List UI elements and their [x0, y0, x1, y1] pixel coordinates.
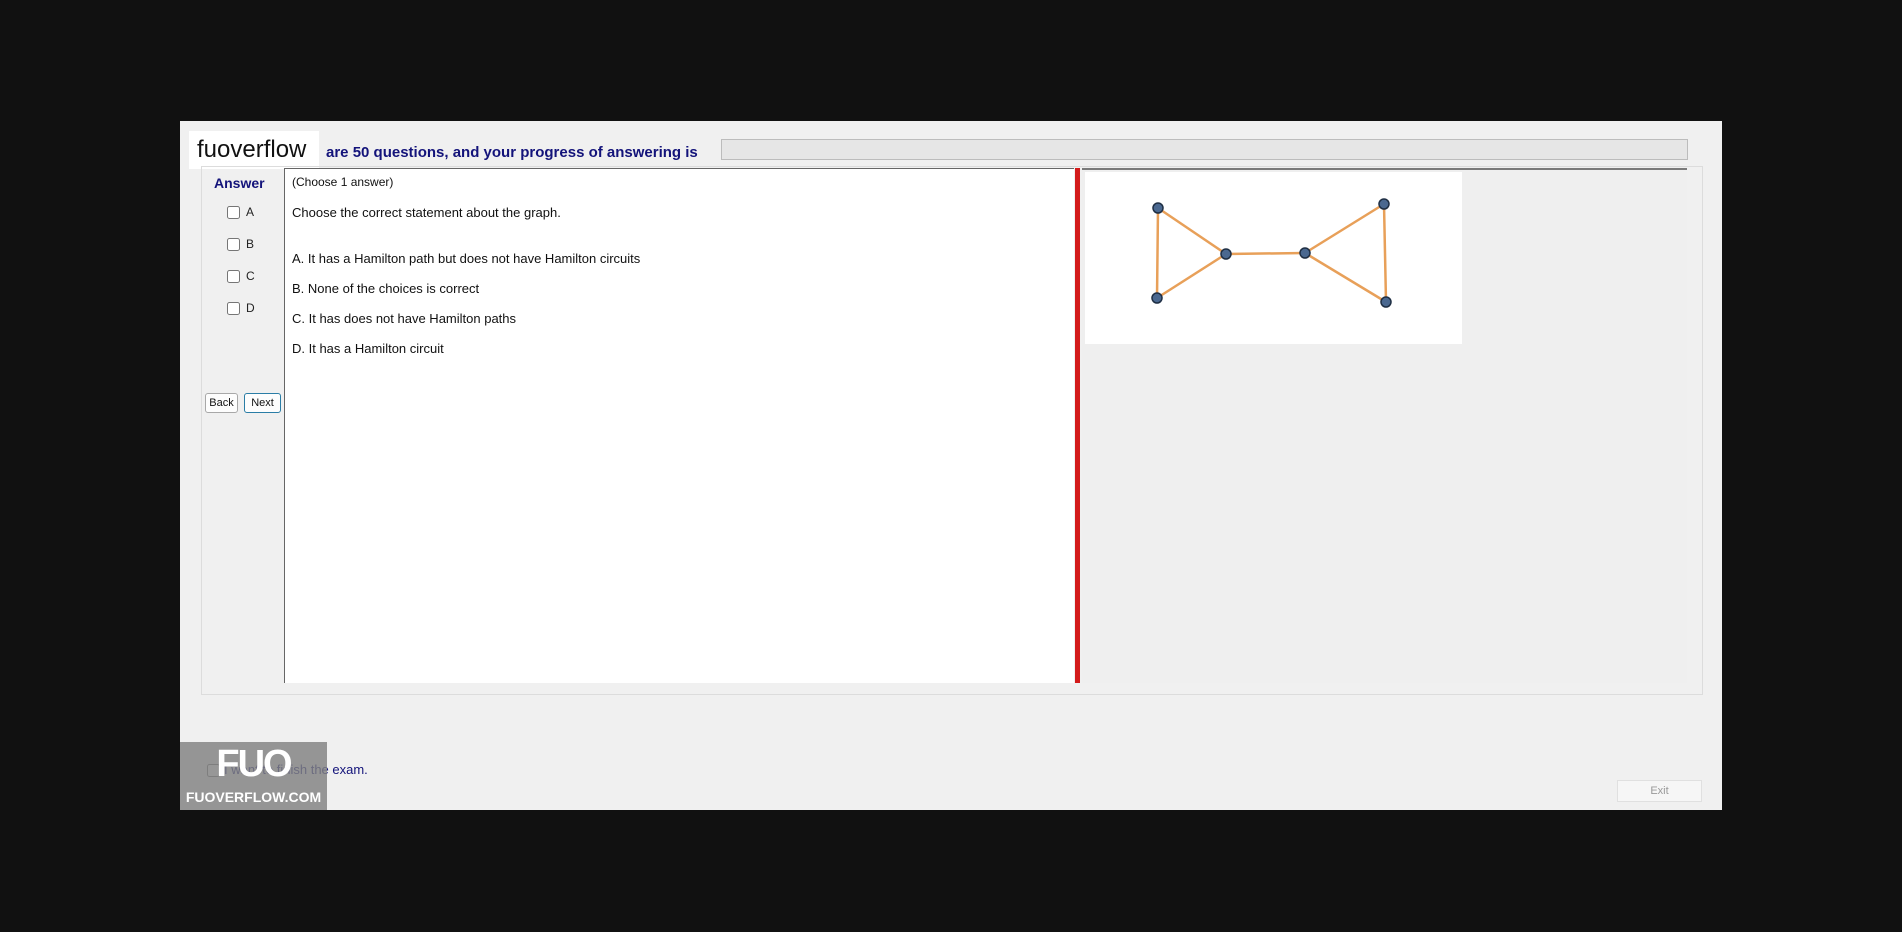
graph-image — [1085, 172, 1462, 344]
graph-edge — [1155, 206, 1160, 300]
graph-node — [1220, 248, 1232, 260]
graph-edge — [1303, 251, 1388, 304]
question-instruction: (Choose 1 answer) — [292, 175, 394, 189]
choice-c: C. It has does not have Hamilton paths — [292, 311, 517, 326]
answer-title: Answer — [214, 175, 265, 191]
option-a[interactable]: A — [227, 205, 255, 220]
next-button[interactable]: Next — [244, 393, 281, 413]
choice-b: B. None of the choices is correct — [292, 281, 480, 296]
question-panel: (Choose 1 answer) Choose the correct sta… — [284, 168, 1074, 683]
option-b[interactable]: B — [227, 237, 255, 252]
graph-edge — [1382, 202, 1388, 304]
exit-button[interactable]: Exit — [1617, 780, 1702, 802]
image-panel — [1082, 168, 1687, 683]
graph-edge — [1156, 206, 1228, 256]
graph-svg — [1151, 198, 1392, 308]
fuoverflow-logo: FUO FUOVERFLOW.COM — [180, 742, 327, 810]
graph-node — [1378, 198, 1390, 210]
progress-bar — [721, 139, 1688, 160]
option-a-label: A — [246, 205, 255, 219]
brand-label: fuoverflow — [189, 131, 319, 169]
logo-mark: FUO — [216, 743, 292, 785]
logo-text: FUOVERFLOW.COM — [185, 789, 322, 805]
option-c[interactable]: C — [227, 269, 255, 284]
back-button[interactable]: Back — [205, 393, 238, 413]
choice-d: D. It has a Hamilton circuit — [292, 341, 444, 356]
option-d-checkbox[interactable] — [227, 302, 240, 316]
option-d-label: D — [246, 301, 255, 315]
graph-node — [1299, 247, 1311, 259]
graph-node — [1151, 292, 1163, 304]
panel-splitter[interactable] — [1075, 168, 1080, 683]
question-prompt: Choose the correct statement about the g… — [292, 205, 561, 220]
graph-edge — [1303, 202, 1386, 255]
option-c-checkbox[interactable] — [227, 270, 240, 284]
option-b-checkbox[interactable] — [227, 238, 240, 252]
progress-header: are 50 questions, and your progress of a… — [326, 144, 698, 161]
option-a-checkbox[interactable] — [227, 206, 240, 220]
choice-a: A. It has a Hamilton path but does not h… — [292, 251, 641, 266]
exam-window: fuoverflow are 50 questions, and your pr… — [180, 121, 1722, 810]
option-b-label: B — [246, 237, 255, 251]
graph-edge — [1224, 251, 1307, 256]
graph-node — [1152, 202, 1164, 214]
option-d[interactable]: D — [227, 301, 255, 316]
option-c-label: C — [246, 269, 255, 283]
graph-edge — [1155, 252, 1228, 300]
graph-node — [1380, 296, 1392, 308]
